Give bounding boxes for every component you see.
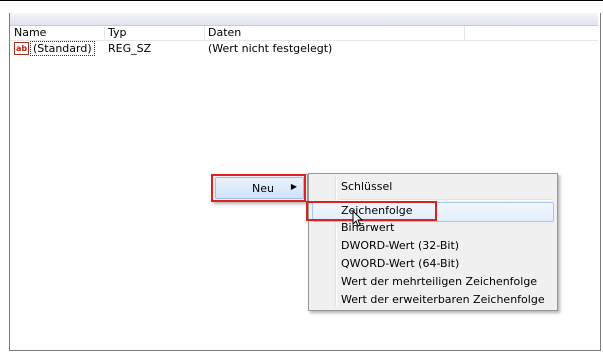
mouse-pointer-icon bbox=[352, 210, 364, 227]
submenu-item-qword[interactable]: QWORD-Wert (64-Bit) bbox=[341, 256, 459, 272]
submenu-item-dword[interactable]: DWORD-Wert (32-Bit) bbox=[341, 238, 459, 254]
value-name[interactable]: (Standard) bbox=[30, 41, 95, 56]
annotation-box-zeichenfolge bbox=[306, 201, 437, 221]
submenu-item-expandable-string[interactable]: Wert der erweiterbaren Zeichenfolge bbox=[341, 292, 545, 308]
column-header-typ[interactable]: Typ bbox=[104, 26, 205, 40]
annotation-box-neu bbox=[211, 174, 306, 202]
submenu-item-binaerwert[interactable]: Binärwert bbox=[341, 220, 394, 236]
value-data: (Wert nicht festgelegt) bbox=[208, 42, 333, 55]
column-header-daten[interactable]: Daten bbox=[204, 26, 465, 40]
submenu-item-schluessel[interactable]: Schlüssel bbox=[341, 179, 392, 195]
top-border bbox=[0, 0, 603, 1]
value-type: REG_SZ bbox=[108, 42, 152, 55]
menu-gutter bbox=[335, 176, 337, 306]
column-header-name[interactable]: Name bbox=[10, 26, 105, 40]
submenu-neu: Schlüssel Zeichenfolge Binärwert DWORD-W… bbox=[308, 173, 558, 311]
submenu-item-multi-string[interactable]: Wert der mehrteiligen Zeichenfolge bbox=[341, 274, 537, 290]
table-row[interactable]: ab (Standard) REG_SZ (Wert nicht festgel… bbox=[10, 41, 598, 56]
list-header: Name Typ Daten bbox=[10, 26, 598, 41]
pane-toolbar bbox=[10, 13, 598, 26]
string-value-icon: ab bbox=[14, 42, 29, 55]
column-header-empty bbox=[464, 26, 602, 40]
